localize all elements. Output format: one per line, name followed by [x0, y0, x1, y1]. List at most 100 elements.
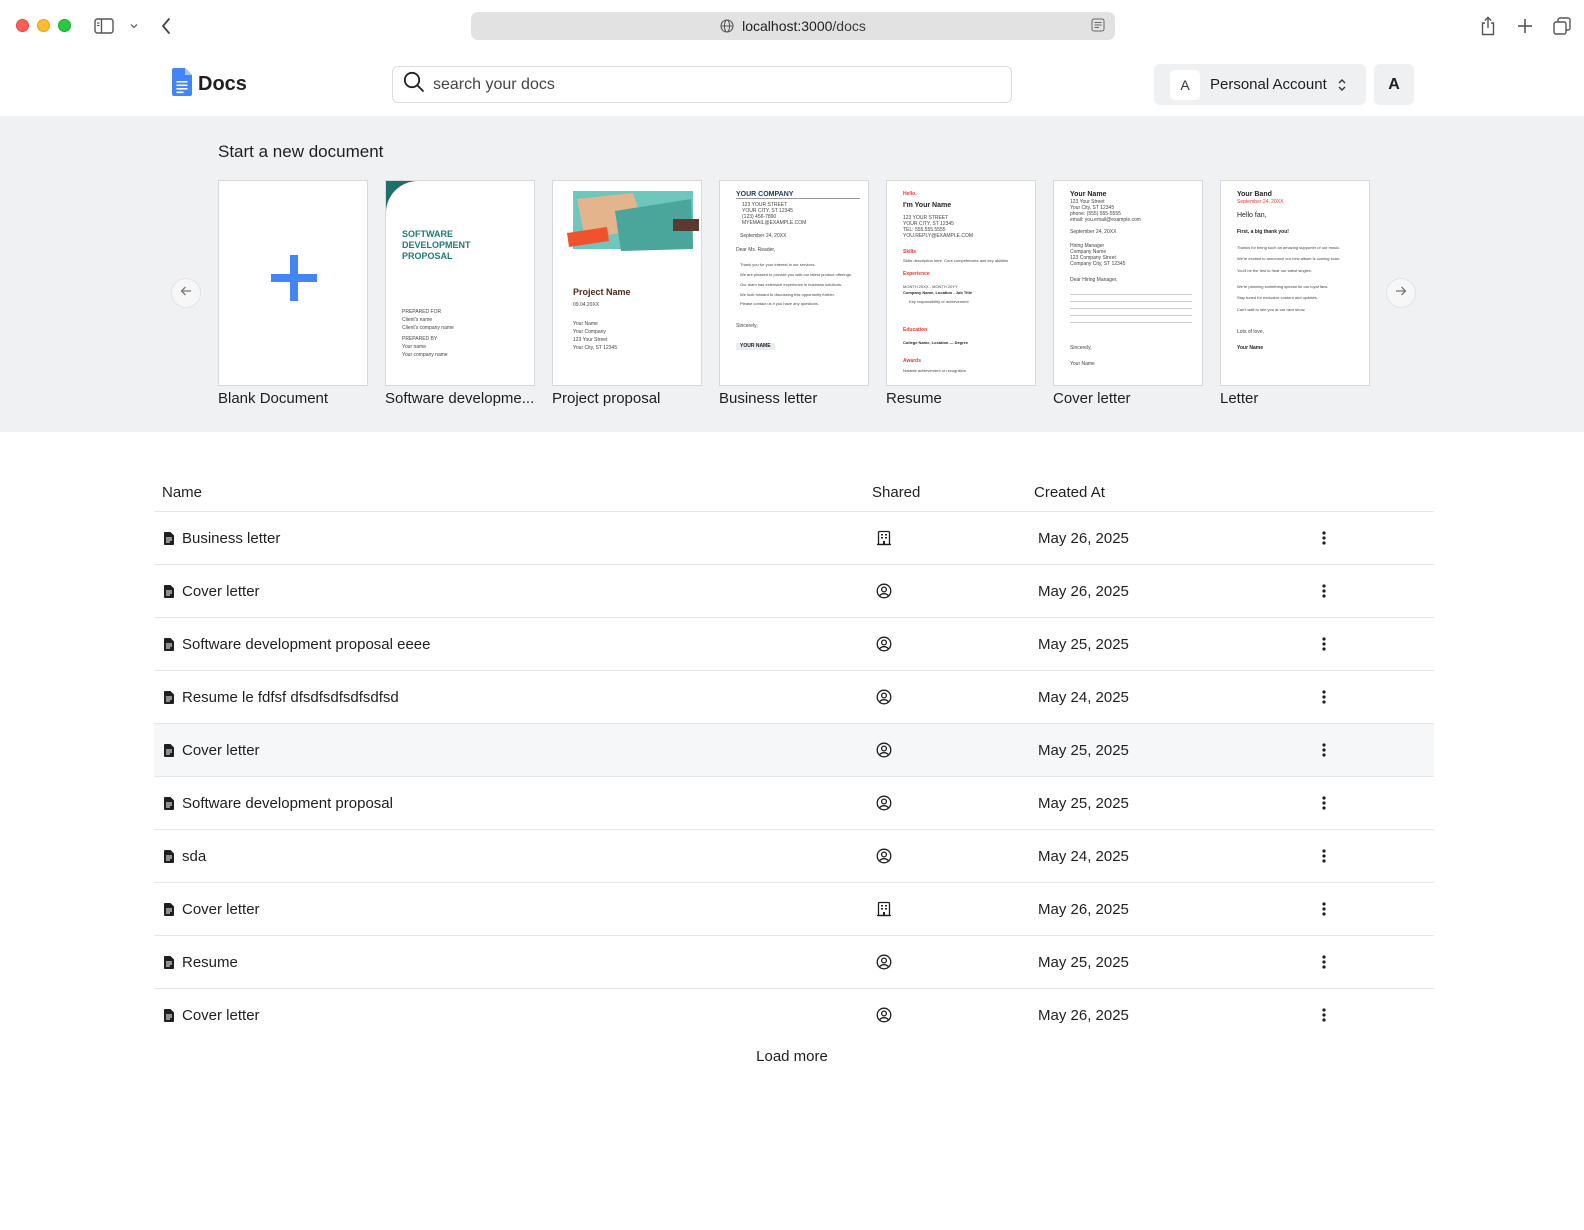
more-vertical-icon[interactable] [1319, 687, 1329, 707]
account-avatar: A [1170, 69, 1200, 100]
search-box[interactable] [392, 66, 1012, 103]
doc-created-date: May 25, 2025 [1038, 795, 1129, 812]
more-vertical-icon[interactable] [1319, 1005, 1329, 1025]
preview-text: Hello fan, [1237, 212, 1267, 219]
doc-name-cell[interactable]: Resume [164, 954, 238, 971]
table-row[interactable]: Cover letter May 26, 2025 [154, 565, 1434, 618]
doc-name-cell[interactable]: Software development proposal [164, 795, 393, 812]
more-vertical-icon[interactable] [1319, 899, 1329, 919]
doc-name[interactable]: Cover letter [182, 742, 260, 759]
preview-rule [1070, 294, 1192, 295]
preview-text: Your Name [1237, 345, 1264, 351]
preview-heading: Experience [903, 271, 930, 277]
template-thumbnail[interactable] [218, 180, 368, 386]
preview-text: September 24, 20XX [1070, 229, 1117, 235]
document-icon [164, 691, 174, 704]
doc-name-cell[interactable]: Cover letter [164, 742, 260, 759]
more-vertical-icon[interactable] [1319, 528, 1329, 548]
template-label: Resume [886, 390, 942, 407]
template-blank[interactable]: Blank Document [218, 180, 368, 407]
preview-text: Notable achievement or recognition [903, 368, 966, 373]
tab-overview-icon[interactable] [1550, 14, 1574, 38]
doc-name-cell[interactable]: Resume le fdfsf dfsdfsdfsdfsdfsd [164, 689, 399, 706]
user-avatar[interactable]: A [1374, 64, 1414, 105]
table-row[interactable]: Cover letter May 26, 2025 [154, 883, 1434, 936]
preview-text: College Name, Location — Degree [903, 340, 969, 345]
doc-name[interactable]: Resume [182, 954, 238, 971]
preview-text: Client's company name [402, 325, 454, 331]
back-icon[interactable] [154, 14, 178, 38]
more-vertical-icon[interactable] [1319, 952, 1329, 972]
doc-name[interactable]: Resume le fdfsf dfsdfsdfsdfsdfsd [182, 689, 399, 706]
preview-text: Your Name [1070, 361, 1095, 367]
template-project-proposal[interactable]: Project Name 09.04.20XX Your Name Your C… [552, 180, 702, 407]
doc-name-cell[interactable]: sda [164, 848, 206, 865]
gallery-prev-button[interactable] [171, 278, 201, 308]
doc-name-cell[interactable]: Software development proposal eeee [164, 636, 431, 653]
more-vertical-icon[interactable] [1319, 581, 1329, 601]
doc-created-date: May 26, 2025 [1038, 901, 1129, 918]
corner-decoration [386, 181, 418, 211]
more-vertical-icon[interactable] [1319, 846, 1329, 866]
url-path: /docs [832, 18, 866, 34]
table-row[interactable]: Cover letter May 26, 2025 [154, 989, 1434, 1042]
chevron-down-icon[interactable] [122, 14, 146, 38]
template-thumbnail[interactable]: Your Name 123 Your Street Your City, ST … [1053, 180, 1203, 386]
doc-name[interactable]: Business letter [182, 530, 280, 547]
more-vertical-icon[interactable] [1319, 793, 1329, 813]
more-vertical-icon[interactable] [1319, 634, 1329, 654]
doc-name[interactable]: sda [182, 848, 206, 865]
new-tab-icon[interactable] [1513, 14, 1537, 38]
template-resume[interactable]: Hello, I'm Your Name 123 YOUR STREET YOU… [886, 180, 1036, 407]
reader-mode-icon[interactable] [1091, 18, 1105, 32]
more-vertical-icon[interactable] [1319, 740, 1329, 760]
account-name: Personal Account [1210, 76, 1327, 93]
table-row[interactable]: Cover letter May 25, 2025 [154, 724, 1434, 777]
document-icon [164, 850, 174, 863]
search-input[interactable] [433, 75, 993, 94]
doc-name-cell[interactable]: Cover letter [164, 901, 260, 918]
preview-name: Your Name [1070, 191, 1107, 198]
share-icon[interactable] [1476, 14, 1500, 38]
template-thumbnail[interactable]: Project Name 09.04.20XX Your Name Your C… [552, 180, 702, 386]
doc-name-cell[interactable]: Cover letter [164, 1007, 260, 1024]
doc-name[interactable]: Software development proposal eeee [182, 636, 431, 653]
template-thumbnail[interactable]: Hello, I'm Your Name 123 YOUR STREET YOU… [886, 180, 1036, 386]
doc-name-cell[interactable]: Cover letter [164, 583, 260, 600]
minimize-window-button[interactable] [37, 19, 50, 32]
doc-name[interactable]: Cover letter [182, 1007, 260, 1024]
table-row[interactable]: Software development proposal eeee May 25… [154, 618, 1434, 671]
documents-table: Name Shared Created At Business letter Ma… [154, 470, 1434, 1042]
template-thumbnail[interactable]: YOUR COMPANY 123 YOUR STREET YOUR CITY, … [719, 180, 869, 386]
template-cover-letter[interactable]: Your Name 123 Your Street Your City, ST … [1053, 180, 1203, 407]
close-window-button[interactable] [16, 19, 29, 32]
gallery-next-button[interactable] [1386, 278, 1416, 308]
template-letter[interactable]: Your Band September 24, 20XX Hello fan, … [1220, 180, 1370, 407]
template-thumbnail[interactable]: SOFTWARE DEVELOPMENT PROPOSAL PREPARED F… [385, 180, 535, 386]
user-circle-icon [876, 689, 892, 705]
column-header-name: Name [162, 484, 203, 501]
preview-text: 09.04.20XX [573, 302, 600, 308]
table-row[interactable]: Software development proposal May 25, 202… [154, 777, 1434, 830]
table-row[interactable]: sda May 24, 2025 [154, 830, 1434, 883]
load-more-button[interactable]: Load more [0, 1048, 1584, 1065]
template-software-proposal[interactable]: SOFTWARE DEVELOPMENT PROPOSAL PREPARED F… [385, 180, 535, 407]
template-business-letter[interactable]: YOUR COMPANY 123 YOUR STREET YOUR CITY, … [719, 180, 869, 407]
preview-text: Skills description here. Core competenci… [903, 258, 1009, 263]
address-bar[interactable]: localhost:3000/docs [471, 12, 1115, 40]
doc-name[interactable]: Cover letter [182, 901, 260, 918]
preview-text: Your Name [573, 321, 598, 327]
template-thumbnail[interactable]: Your Band September 24, 20XX Hello fan, … [1220, 180, 1370, 386]
preview-text: Lots of love, [1237, 329, 1264, 335]
template-gallery-heading: Start a new document [218, 142, 384, 161]
table-row[interactable]: Business letter May 26, 2025 [154, 512, 1434, 565]
zoom-window-button[interactable] [58, 19, 71, 32]
table-row[interactable]: Resume le fdfsf dfsdfsdfsdfsdfsd May 24, … [154, 671, 1434, 724]
table-row[interactable]: Resume May 25, 2025 [154, 936, 1434, 989]
doc-name[interactable]: Software development proposal [182, 795, 393, 812]
doc-name[interactable]: Cover letter [182, 583, 260, 600]
doc-name-cell[interactable]: Business letter [164, 530, 280, 547]
account-switcher[interactable]: A Personal Account [1154, 64, 1366, 105]
sidebar-toggle-icon[interactable] [92, 14, 116, 38]
app-logo[interactable]: Docs [172, 68, 247, 101]
